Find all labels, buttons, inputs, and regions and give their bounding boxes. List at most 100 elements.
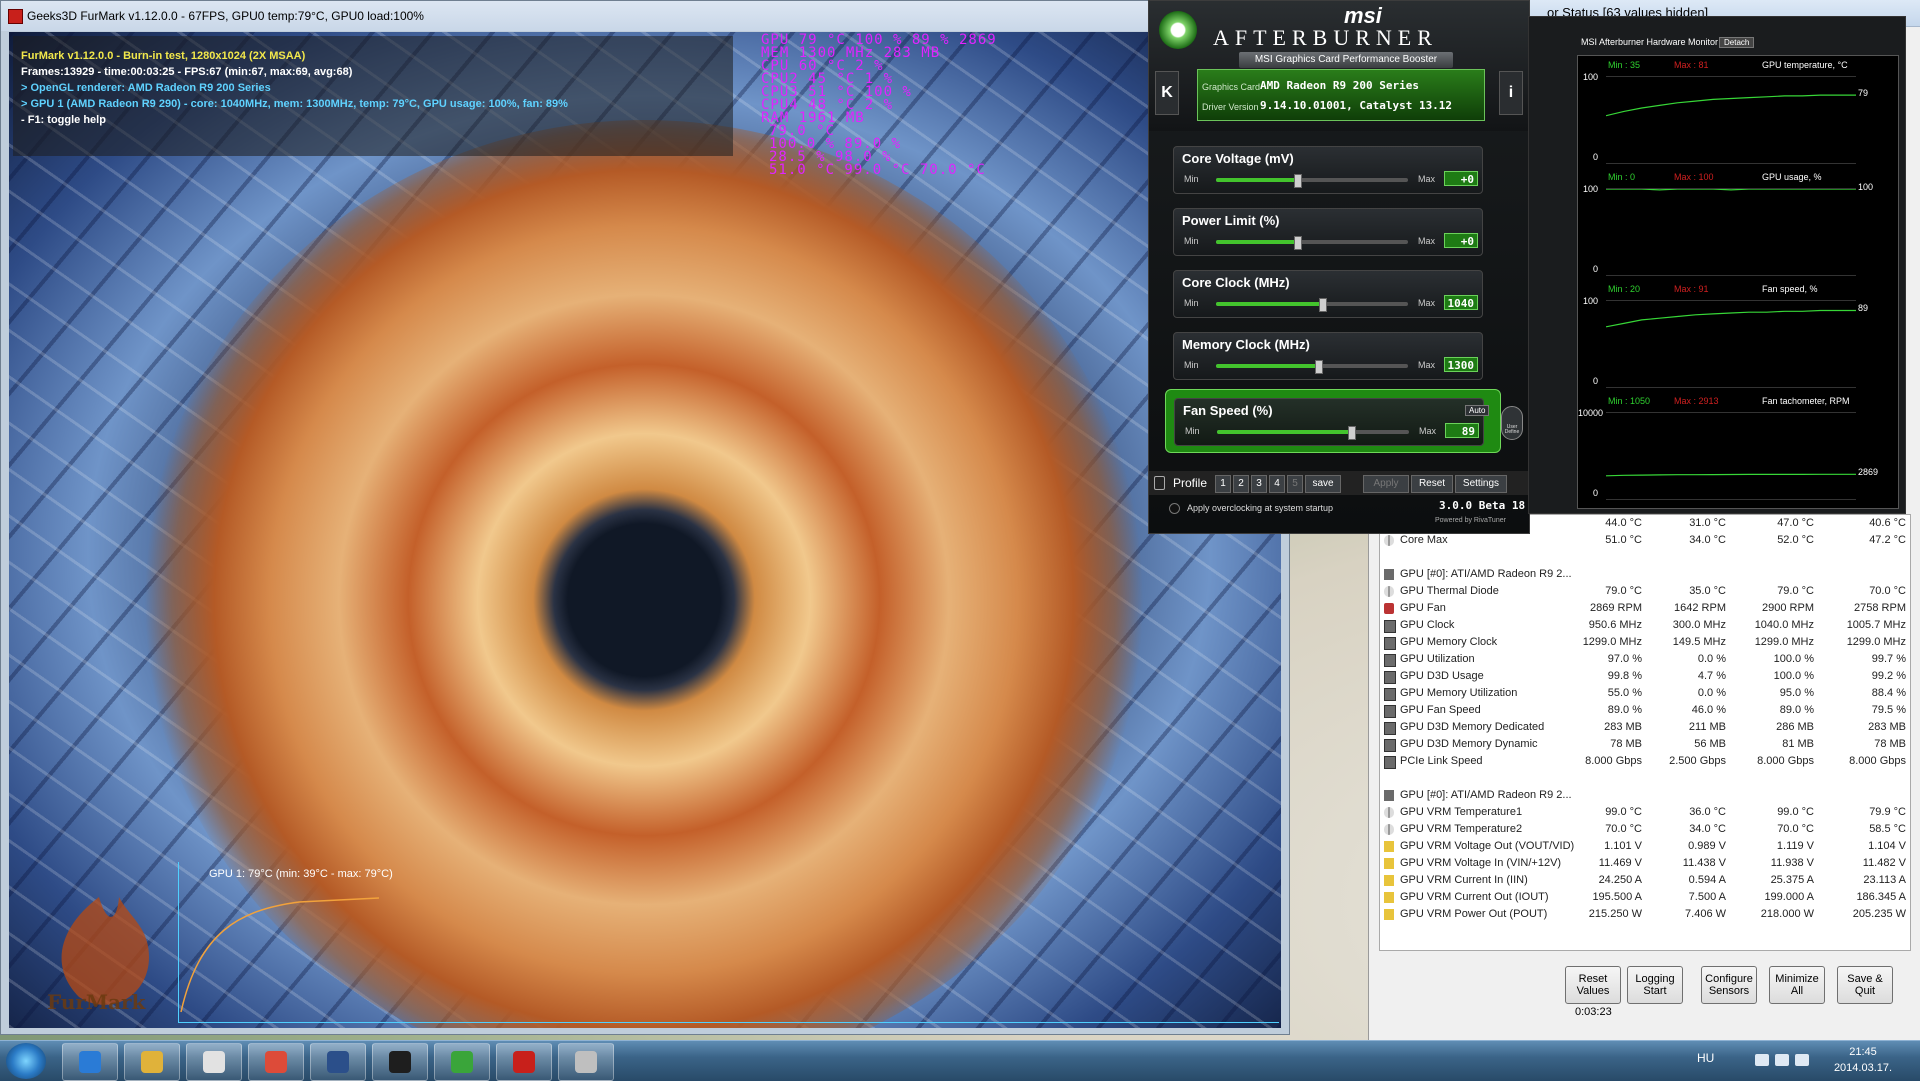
profile-slot-5[interactable]: 5 bbox=[1287, 475, 1303, 493]
afterburner-header[interactable]: msi AFTERBURNER MSI Graphics Card Perfor… bbox=[1149, 1, 1529, 131]
slider-value[interactable]: 89 bbox=[1445, 423, 1479, 438]
slider-knob[interactable] bbox=[1293, 236, 1302, 250]
sensor-value: 89.0 % bbox=[1779, 704, 1814, 716]
monitor-graphs[interactable]: Min : 35 Max : 81 GPU temperature, °C 100 0 7… bbox=[1577, 55, 1899, 509]
slider-value[interactable]: +0 bbox=[1444, 171, 1478, 186]
sensor-row[interactable]: GPU D3D Memory Dynamic 78 MB 56 MB 81 MB 78 … bbox=[1380, 736, 1910, 753]
sensor-row[interactable]: GPU Memory Clock 1299.0 MHz 149.5 MHz 1299.… bbox=[1380, 634, 1910, 651]
taskbar-button-afterburner[interactable] bbox=[558, 1043, 614, 1081]
slider-track[interactable] bbox=[1216, 174, 1408, 188]
taskbar-button-steam[interactable] bbox=[372, 1043, 428, 1081]
reset-values-button[interactable]: Reset Values bbox=[1565, 966, 1621, 1004]
sensor-row[interactable]: GPU Memory Utilization 55.0 % 0.0 % 95.0 % 8… bbox=[1380, 685, 1910, 702]
sensor-name: Core Max bbox=[1400, 534, 1448, 546]
taskbar-button-xbox[interactable] bbox=[434, 1043, 490, 1081]
slider-knob[interactable] bbox=[1293, 174, 1302, 188]
slider-memory-clock[interactable]: Memory Clock (MHz) Min Max 1300 bbox=[1173, 332, 1483, 380]
reset-button[interactable]: Reset bbox=[1411, 475, 1453, 493]
taskbar-button-furmark[interactable] bbox=[496, 1043, 552, 1081]
slider-power-limit[interactable]: Power Limit (%) Min Max +0 bbox=[1173, 208, 1483, 256]
startup-label: Apply overclocking at system startup bbox=[1187, 503, 1334, 513]
user-define-button[interactable]: User Define bbox=[1501, 406, 1523, 440]
slider-value[interactable]: 1040 bbox=[1444, 295, 1478, 310]
sensor-value: 218.000 W bbox=[1760, 908, 1814, 920]
sensor-row[interactable]: GPU VRM Voltage Out (VOUT/VID) 1.101 V 0.9… bbox=[1380, 838, 1910, 855]
profile-slot-4[interactable]: 4 bbox=[1269, 475, 1285, 493]
slider-min-label: Min bbox=[1184, 174, 1199, 184]
configure-sensors-button[interactable]: Configure Sensors bbox=[1701, 966, 1757, 1004]
slider-knob[interactable] bbox=[1314, 360, 1323, 374]
save-quit-button[interactable]: Save & Quit bbox=[1837, 966, 1893, 1004]
sensor-row[interactable]: Core Max 51.0 °C 34.0 °C 52.0 °C 47.2 °C bbox=[1380, 532, 1910, 549]
taskbar-button-floppy[interactable] bbox=[310, 1043, 366, 1081]
sensor-row[interactable]: GPU VRM Voltage In (VIN/+12V) 11.469 V 11.… bbox=[1380, 855, 1910, 872]
sensor-value: 283 MB bbox=[1604, 721, 1642, 733]
sensor-name: PCIe Link Speed bbox=[1400, 755, 1483, 767]
sensor-row-blank[interactable] bbox=[1380, 549, 1910, 566]
slider-fill bbox=[1216, 240, 1297, 244]
furmark-titlebar[interactable]: Geeks3D FurMark v1.12.0.0 - 67FPS, GPU0 … bbox=[1, 1, 1289, 31]
logging-start-button[interactable]: Logging Start bbox=[1627, 966, 1683, 1004]
clock[interactable]: 21:45 2014.03.17. bbox=[1828, 1044, 1898, 1076]
taskbar-button-chrome[interactable] bbox=[248, 1043, 304, 1081]
sensor-value: 23.113 A bbox=[1863, 874, 1906, 886]
sensor-row[interactable]: GPU Fan Speed 89.0 % 46.0 % 89.0 % 79.5 % bbox=[1380, 702, 1910, 719]
profile-slot-3[interactable]: 3 bbox=[1251, 475, 1267, 493]
minimize-all-button[interactable]: Minimize All bbox=[1769, 966, 1825, 1004]
sensor-row[interactable]: PCIe Link Speed 8.000 Gbps 2.500 Gbps 8.000… bbox=[1380, 753, 1910, 770]
sensor-row[interactable]: GPU [#0]: ATI/AMD Radeon R9 2... bbox=[1380, 566, 1910, 583]
sensor-row[interactable]: GPU VRM Current Out (IOUT) 195.500 A 7.500… bbox=[1380, 889, 1910, 906]
sensor-row[interactable]: GPU VRM Temperature2 70.0 °C 34.0 °C 70.0 °… bbox=[1380, 821, 1910, 838]
furmark-render-canvas[interactable]: FurMark v1.12.0.0 - Burn-in test, 1280x1… bbox=[9, 32, 1281, 1028]
sensor-row[interactable]: GPU Utilization 97.0 % 0.0 % 100.0 % 99.7 % bbox=[1380, 651, 1910, 668]
start-button[interactable] bbox=[6, 1043, 46, 1079]
sensor-row[interactable]: GPU Clock 950.6 MHz 300.0 MHz 1040.0 MHz 100… bbox=[1380, 617, 1910, 634]
sensor-value: 81 MB bbox=[1782, 738, 1814, 750]
sensor-row[interactable]: GPU Thermal Diode 79.0 °C 35.0 °C 79.0 °C 70… bbox=[1380, 583, 1910, 600]
sensor-value: 51.0 °C bbox=[1605, 534, 1642, 546]
slider-track[interactable] bbox=[1217, 426, 1409, 440]
profile-slot-1[interactable]: 1 bbox=[1215, 475, 1231, 493]
slider-knob[interactable] bbox=[1348, 426, 1357, 440]
language-indicator[interactable]: HU bbox=[1697, 1051, 1714, 1065]
slider-knob[interactable] bbox=[1318, 298, 1327, 312]
sensor-value: 47.0 °C bbox=[1777, 517, 1814, 529]
sensor-row[interactable]: GPU VRM Temperature1 99.0 °C 36.0 °C 99.0 °… bbox=[1380, 804, 1910, 821]
sensor-row[interactable]: GPU D3D Usage 99.8 % 4.7 % 100.0 % 99.2 % bbox=[1380, 668, 1910, 685]
settings-button[interactable]: Settings bbox=[1455, 475, 1507, 493]
sensor-row[interactable]: GPU [#0]: ATI/AMD Radeon R9 2... bbox=[1380, 787, 1910, 804]
slider-core-clock[interactable]: Core Clock (MHz) Min Max 1040 bbox=[1173, 270, 1483, 318]
slider-track[interactable] bbox=[1216, 236, 1408, 250]
osd-line: 51.0 °C 99.0 °C 70.0 °C bbox=[769, 162, 986, 178]
volume-icon[interactable] bbox=[1795, 1054, 1809, 1066]
sensor-value: 55.0 % bbox=[1607, 687, 1642, 699]
lock-icon[interactable] bbox=[1154, 476, 1165, 490]
slider-core-voltage[interactable]: Core Voltage (mV) Min Max +0 bbox=[1173, 146, 1483, 194]
slider-value[interactable]: 1300 bbox=[1444, 357, 1478, 372]
taskbar-button-media-player[interactable] bbox=[186, 1043, 242, 1081]
flag-icon[interactable] bbox=[1755, 1054, 1769, 1066]
sensor-row[interactable]: GPU Fan 2869 RPM 1642 RPM 2900 RPM 2758 RPM bbox=[1380, 600, 1910, 617]
startup-checkbox[interactable] bbox=[1169, 503, 1180, 514]
sensor-row[interactable]: GPU VRM Current In (IIN) 24.250 A 0.594 A 2… bbox=[1380, 872, 1910, 889]
profile-save-button[interactable]: save bbox=[1305, 475, 1341, 493]
sensor-value: 88.4 % bbox=[1871, 687, 1906, 699]
slider-track[interactable] bbox=[1216, 360, 1408, 374]
auto-fan-button[interactable]: Auto bbox=[1465, 405, 1490, 416]
info-button[interactable]: i bbox=[1499, 71, 1523, 115]
slider-fan-speed[interactable]: Fan Speed (%) Min Max 89 Auto bbox=[1174, 398, 1490, 446]
taskbar-button-explorer[interactable] bbox=[124, 1043, 180, 1081]
sensor-row[interactable]: GPU VRM Power Out (POUT) 215.250 W 7.406 W… bbox=[1380, 906, 1910, 923]
taskbar-button-internet-explorer[interactable] bbox=[62, 1043, 118, 1081]
sensor-row-blank[interactable] bbox=[1380, 770, 1910, 787]
detach-button[interactable]: Detach bbox=[1719, 37, 1755, 48]
profile-slot-2[interactable]: 2 bbox=[1233, 475, 1249, 493]
slider-track[interactable] bbox=[1216, 298, 1408, 312]
slider-value[interactable]: +0 bbox=[1444, 233, 1478, 248]
apply-button[interactable]: Apply bbox=[1363, 475, 1409, 493]
skin-left-button[interactable]: K bbox=[1155, 71, 1179, 115]
network-icon[interactable] bbox=[1775, 1054, 1789, 1066]
chip-icon bbox=[1384, 756, 1396, 769]
sensor-row[interactable]: GPU D3D Memory Dedicated 283 MB 211 MB 286 … bbox=[1380, 719, 1910, 736]
sensor-value: 1299.0 MHz bbox=[1582, 636, 1642, 648]
